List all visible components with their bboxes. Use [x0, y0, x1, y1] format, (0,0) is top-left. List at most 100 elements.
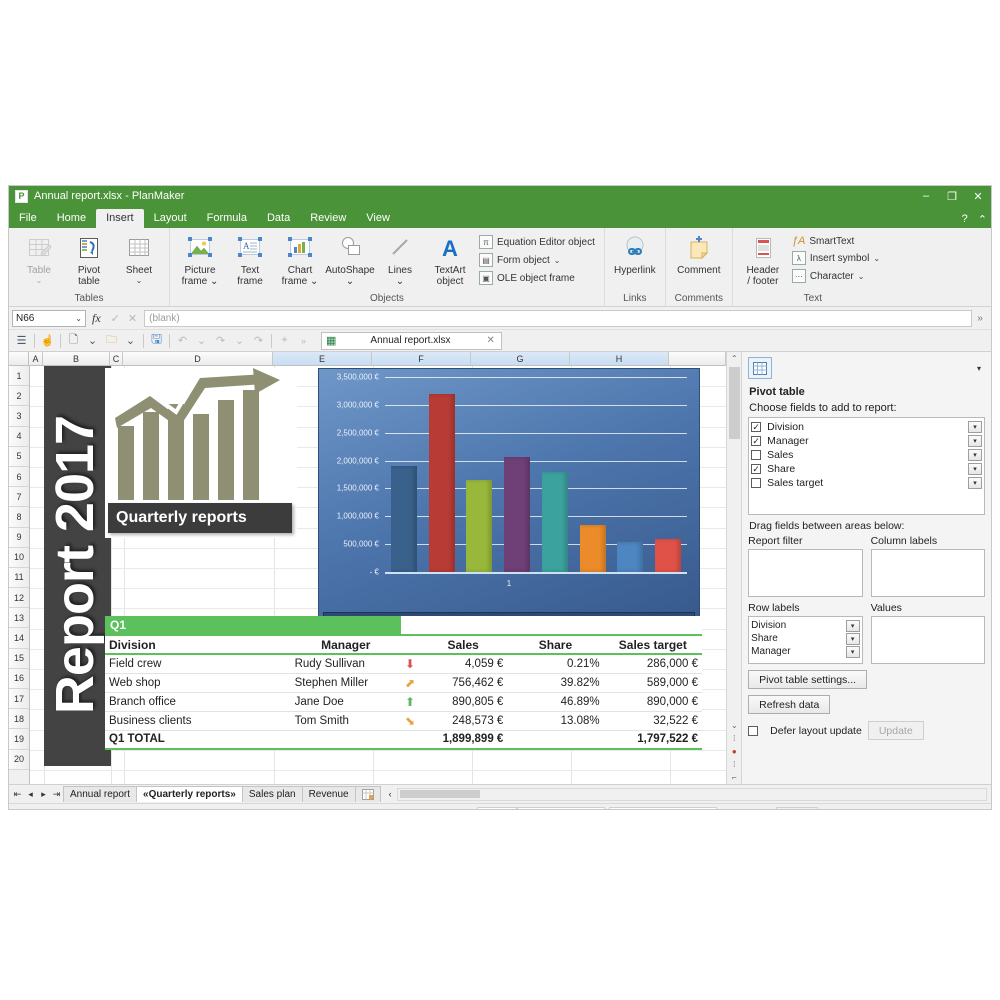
save-icon[interactable]: 🖫 [147, 331, 166, 350]
text-frame-button[interactable]: A Text frame [225, 231, 275, 289]
field-row-division[interactable]: ✓ Division ▾ [751, 420, 983, 434]
last-sheet-icon[interactable]: ⇥ [50, 789, 63, 800]
row-header[interactable]: 12 [9, 588, 29, 609]
hscroll-left-icon[interactable]: ‹ [384, 789, 397, 799]
hamburger-icon[interactable]: ☰ [12, 332, 31, 350]
tab-formula[interactable]: Formula [197, 209, 257, 228]
row-header[interactable]: 8 [9, 507, 29, 528]
row-labels-box[interactable]: Division ▾ Share ▾ Manager ▾ [748, 616, 863, 664]
update-button[interactable]: Update [867, 721, 924, 740]
smarttext-button[interactable]: ƒA SmartText [788, 233, 884, 249]
sheet-tab-sales-plan[interactable]: Sales plan [241, 786, 303, 802]
row-header[interactable]: 6 [9, 466, 29, 488]
tab-layout[interactable]: Layout [144, 209, 197, 228]
accept-formula-icon[interactable]: ✓ [107, 312, 124, 325]
row-header[interactable]: 14 [9, 628, 29, 649]
column-header-c[interactable]: C [110, 352, 123, 365]
collapse-ribbon-icon[interactable]: ⌃ [978, 213, 987, 226]
hscrollbar-thumb[interactable] [399, 789, 480, 798]
row-header[interactable]: 18 [9, 709, 29, 730]
field-dropdown-icon[interactable]: ▾ [968, 477, 983, 489]
more-icon[interactable]: » [294, 332, 313, 350]
tab-data[interactable]: Data [257, 209, 300, 228]
sheet-tab-quarterly-reports[interactable]: «Quarterly reports» [136, 786, 243, 802]
sheet-tab-revenue[interactable]: Revenue [301, 786, 356, 802]
row-header[interactable]: 2 [9, 386, 29, 407]
row-label-dropdown-icon[interactable]: ▾ [845, 645, 860, 658]
close-icon[interactable]: ✕ [486, 335, 494, 346]
name-box-caret[interactable]: ⌄ [75, 314, 82, 323]
lines-button[interactable]: Lines ⌄ [375, 231, 425, 289]
open-folder-icon[interactable]: 🗀 [102, 332, 121, 350]
report-filter-box[interactable] [748, 549, 863, 597]
row-header[interactable]: 17 [9, 689, 29, 710]
zoom-knob[interactable] [873, 809, 884, 810]
select-pointer-icon[interactable]: ⌖ [275, 332, 294, 350]
undo-dropdown-icon[interactable]: ⌄ [192, 332, 211, 350]
row-label-item[interactable]: Manager ▾ [751, 645, 860, 658]
row-header[interactable]: 15 [9, 648, 29, 669]
column-labels-box[interactable] [870, 549, 986, 597]
row-header[interactable]: 11 [9, 567, 29, 589]
autoshape-button[interactable]: AutoShape ⌄ [325, 231, 375, 289]
row-label-dropdown-icon[interactable]: ▾ [845, 632, 860, 645]
row-header[interactable]: 5 [9, 446, 29, 467]
redo-dropdown-icon[interactable]: ⌄ [230, 332, 249, 350]
row-label-item[interactable]: Share ▾ [751, 632, 860, 645]
field-row-manager[interactable]: ✓ Manager ▾ [751, 434, 983, 448]
sheet-tab-annual-report[interactable]: Annual report [63, 786, 138, 802]
formula-bar-overflow[interactable]: » [972, 313, 988, 324]
column-header-h[interactable]: H [570, 352, 669, 365]
grid-vertical-scrollbar[interactable]: ⌃ ⌄ ⁞ ● ⁞ ⌐ [726, 352, 742, 784]
picture-frame-button[interactable]: Picture frame ⌄ [175, 231, 225, 289]
tab-review[interactable]: Review [300, 209, 356, 228]
row-label-dropdown-icon[interactable]: ▾ [845, 619, 860, 632]
calc-mode-indicator[interactable]: AUTO [776, 807, 819, 809]
row-header[interactable]: 1 [9, 366, 29, 387]
column-header-f[interactable]: F [372, 352, 471, 365]
tab-insert[interactable]: Insert [96, 209, 144, 228]
checkbox-manager[interactable]: ✓ [751, 436, 762, 446]
first-sheet-icon[interactable]: ⇤ [11, 789, 24, 800]
checkbox-share[interactable]: ✓ [751, 464, 762, 474]
header-footer-button[interactable]: Header / footer [738, 231, 788, 289]
insert-symbol-caret[interactable]: ⌄ [873, 254, 880, 263]
quarterly-bar-chart[interactable]: 3,500,000 € 3,000,000 € 2,500,000 € 2,00… [318, 368, 700, 633]
field-dropdown-icon[interactable]: ▾ [968, 463, 983, 475]
row-header[interactable]: 16 [9, 668, 29, 689]
row-header[interactable]: 20 [9, 749, 29, 770]
field-dropdown-icon[interactable]: ▾ [968, 421, 983, 433]
form-object-button[interactable]: ▤ Form object ⌄ [475, 251, 599, 269]
pivot-table-settings-button[interactable]: Pivot table settings... [748, 670, 868, 689]
close-button[interactable]: ✕ [965, 186, 991, 206]
row-header[interactable]: 7 [9, 487, 29, 508]
new-document-icon[interactable]: 🗋 [64, 332, 83, 350]
undo-icon[interactable]: ↶ [173, 332, 192, 350]
next-object-icon[interactable]: ⁞ [733, 758, 735, 771]
column-header-b[interactable]: B [43, 352, 110, 365]
repeat-icon[interactable]: ↷ [249, 332, 268, 350]
browse-object-icon[interactable]: ● [732, 745, 737, 758]
equation-editor-object-button[interactable]: π Equation Editor object [475, 233, 599, 251]
pivot-table-button[interactable]: Pivot table [64, 231, 114, 289]
prev-sheet-icon[interactable]: ◂ [24, 789, 37, 800]
row-header[interactable]: 9 [9, 527, 29, 548]
refresh-data-button[interactable]: Refresh data [748, 695, 831, 714]
row-header[interactable]: 4 [9, 426, 29, 447]
prev-object-icon[interactable]: ⁞ [733, 732, 735, 745]
checkbox-sales[interactable] [751, 450, 762, 460]
table-caret[interactable]: ⌄ [36, 276, 43, 285]
column-header-d[interactable]: D [123, 352, 273, 365]
column-header-g[interactable]: G [471, 352, 570, 365]
row-label-item[interactable]: Division ▾ [751, 619, 860, 632]
chart-frame-button[interactable]: Chart frame ⌄ [275, 231, 325, 289]
open-dropdown-icon[interactable]: ⌄ [121, 332, 140, 350]
field-list[interactable]: ✓ Division ▾ ✓ Manager ▾ Sales ▾ ✓ Share [748, 417, 986, 515]
maximize-button[interactable]: ❐ [939, 186, 965, 206]
form-object-caret[interactable]: ⌄ [554, 256, 561, 265]
field-row-share[interactable]: ✓ Share ▾ [751, 462, 983, 476]
formula-input[interactable]: (blank) [144, 309, 972, 327]
field-dropdown-icon[interactable]: ▾ [968, 449, 983, 461]
row-header[interactable]: 19 [9, 729, 29, 750]
textart-button[interactable]: A TextArt object [425, 231, 475, 289]
